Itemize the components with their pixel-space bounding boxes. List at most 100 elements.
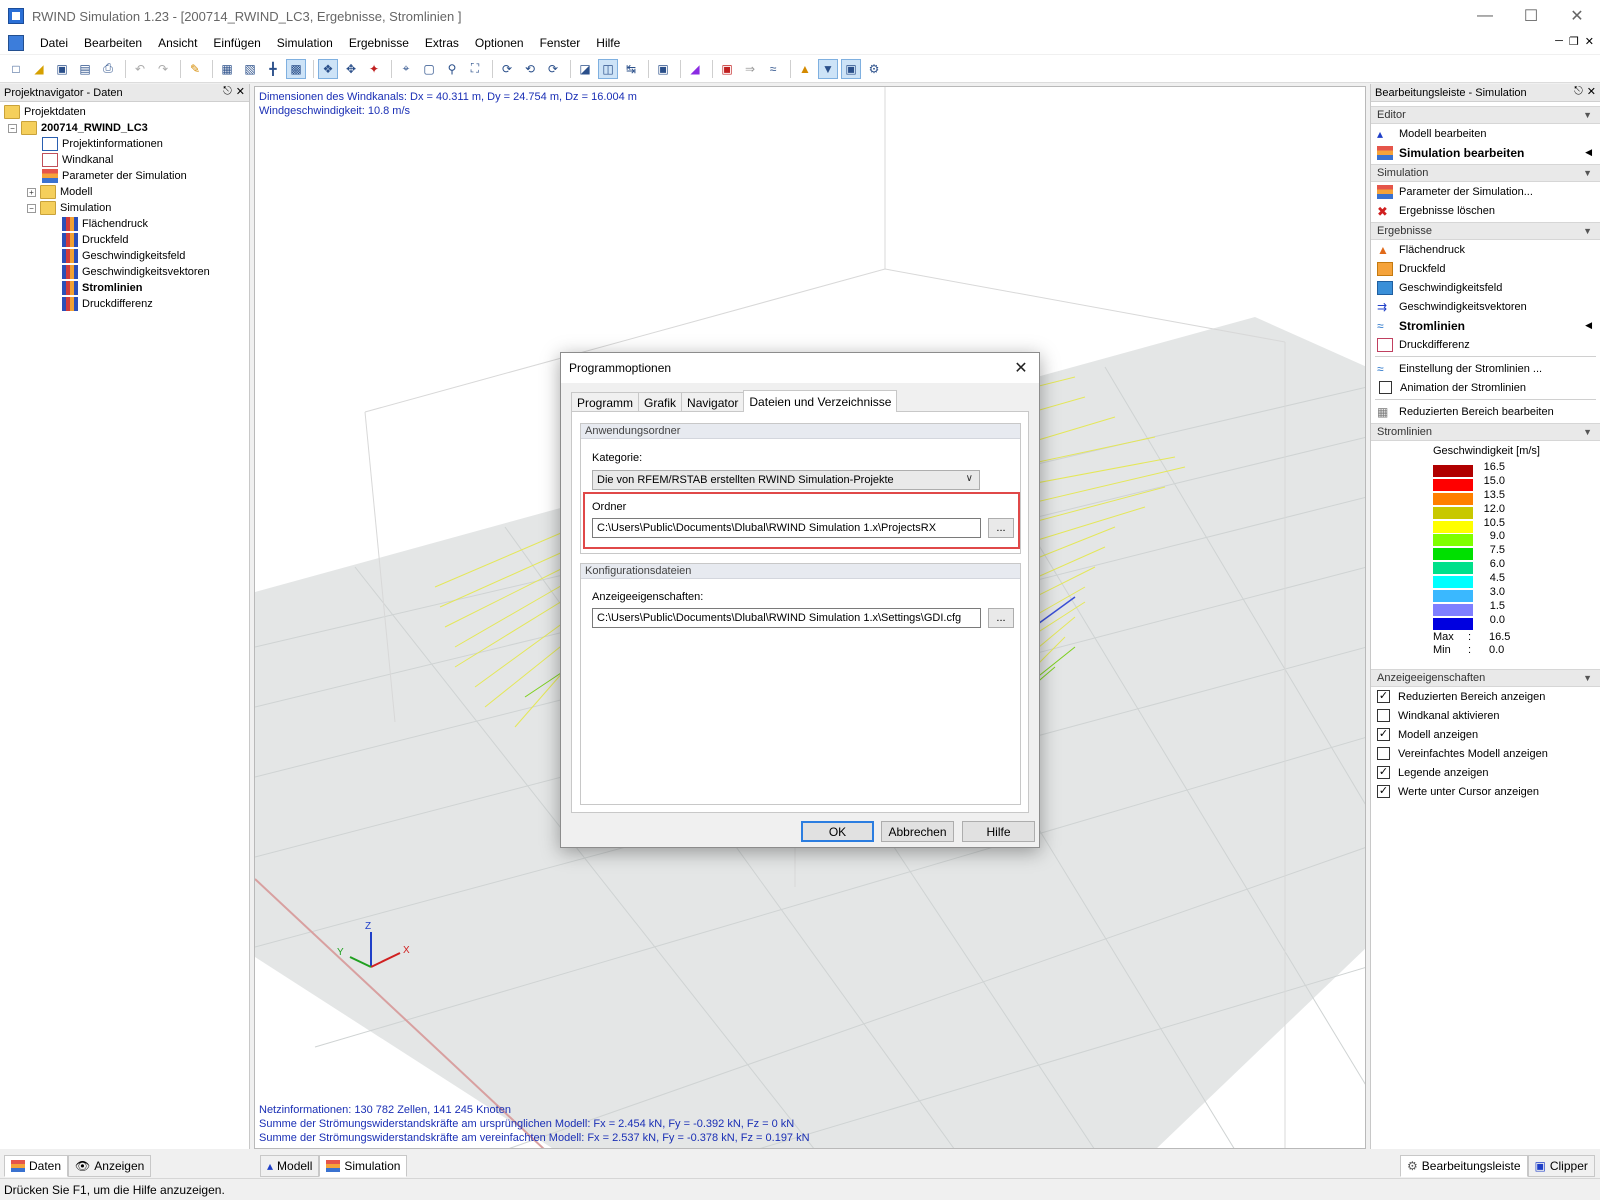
animation-checkbox[interactable] (1379, 381, 1392, 394)
close-window-button[interactable]: ✕ (1554, 0, 1600, 32)
close-icon[interactable]: ✕ (236, 85, 245, 98)
section-simulation[interactable]: Simulation ▼ (1371, 164, 1600, 182)
kategorie-select[interactable]: Die von RFEM/RSTAB erstellten RWIND Simu… (592, 470, 980, 490)
tree-item-projektdaten[interactable]: Projektdaten (0, 104, 249, 120)
collapse-chevron-icon[interactable]: ▼ (1583, 168, 1592, 178)
tree-item-druckfeld[interactable]: Druckfeld (0, 232, 249, 248)
app-icon[interactable] (8, 8, 24, 24)
menu-datei[interactable]: Datei (32, 36, 76, 50)
item-einstellung-stromlinien[interactable]: ≈ Einstellung der Stromlinien ... (1371, 359, 1600, 378)
tab-clipper[interactable]: ▣ Clipper (1527, 1155, 1595, 1177)
checkbox-checked[interactable]: ✓ (1377, 728, 1390, 741)
grid-select-icon[interactable]: ▩ (286, 58, 306, 79)
item-reduzierten-bereich-bearbeiten[interactable]: ▦ Reduzierten Bereich bearbeiten (1371, 402, 1600, 421)
item-parameter-simulation[interactable]: Parameter der Simulation... (1371, 182, 1600, 201)
model-icon[interactable]: ▲ (795, 59, 815, 79)
option-modell[interactable]: ✓ Modell anzeigen (1371, 725, 1600, 744)
collapse-chevron-icon[interactable]: ▼ (1583, 427, 1592, 437)
render-mode-icon[interactable]: ▣ (717, 59, 737, 79)
item-modell-bearbeiten[interactable]: ▴ Modell bearbeiten (1371, 124, 1600, 143)
tree-item-parameter[interactable]: Parameter der Simulation (0, 168, 249, 184)
tree-item-geschwindigkeitsfeld[interactable]: Geschwindigkeitsfeld (0, 248, 249, 264)
streamlines-icon[interactable]: ≈ (763, 59, 783, 79)
menu-einfuegen[interactable]: Einfügen (205, 36, 268, 50)
document-icon[interactable] (8, 35, 24, 51)
option-vereinfachtes-modell[interactable]: Vereinfachtes Modell anzeigen (1371, 744, 1600, 763)
item-simulation-bearbeiten[interactable]: Simulation bearbeiten ◀ (1371, 143, 1600, 162)
view-rotate-icon[interactable]: ⟳ (497, 59, 517, 79)
box-view-icon[interactable]: ▣ (653, 59, 673, 79)
pin-icon[interactable]: ⎋ (223, 85, 232, 98)
tree-item-simulation[interactable]: − Simulation (0, 200, 249, 216)
menu-ergebnisse[interactable]: Ergebnisse (341, 36, 417, 50)
menu-hilfe[interactable]: Hilfe (588, 36, 628, 50)
tab-dateien-verzeichnisse[interactable]: Dateien und Verzeichnisse (743, 390, 898, 412)
pin-icon[interactable]: ⎋ (1574, 85, 1583, 98)
mdi-close-icon[interactable]: ✕ (1585, 35, 1594, 48)
save-icon[interactable]: ▣ (52, 59, 72, 79)
menu-simulation[interactable]: Simulation (269, 36, 341, 50)
section-editor[interactable]: Editor ▼ (1371, 106, 1600, 124)
anzeigeeigenschaften-input[interactable]: C:\Users\Public\Documents\Dlubal\RWIND S… (592, 608, 981, 628)
collapse-icon[interactable]: − (27, 203, 36, 213)
view-select-icon[interactable]: ◫ (598, 58, 618, 79)
menu-extras[interactable]: Extras (417, 36, 467, 50)
item-animation-stromlinien[interactable]: Animation der Stromlinien (1371, 378, 1600, 397)
results-view-icon[interactable]: ▣ (841, 58, 861, 79)
mdi-minimize-icon[interactable]: ─ (1555, 35, 1563, 48)
checkbox-unchecked[interactable] (1377, 709, 1390, 722)
checkbox-checked[interactable]: ✓ (1377, 766, 1390, 779)
cancel-button[interactable]: Abbrechen (881, 821, 954, 842)
browse-anzeige-button[interactable]: ... (988, 608, 1014, 628)
close-icon[interactable]: ✕ (1587, 85, 1596, 98)
menu-ansicht[interactable]: Ansicht (150, 36, 205, 50)
edit-dropdown-icon[interactable]: ✎ (185, 59, 205, 79)
checkbox-checked[interactable]: ✓ (1377, 690, 1390, 703)
collapse-chevron-icon[interactable]: ▼ (1583, 110, 1592, 120)
menu-bearbeiten[interactable]: Bearbeiten (76, 36, 150, 50)
tab-navigator[interactable]: Navigator (681, 392, 745, 412)
refresh-icon[interactable]: ⟳ (543, 59, 563, 79)
minimize-button[interactable]: — (1462, 0, 1508, 32)
print-icon[interactable]: ⎙ (98, 59, 118, 79)
tab-daten[interactable]: Daten (4, 1155, 69, 1177)
mesh-fine-icon[interactable]: ▧ (240, 59, 260, 79)
zoom-all-icon[interactable]: ⌖ (396, 59, 416, 79)
tree-item-project[interactable]: − 200714_RWIND_LC3 (0, 120, 249, 136)
section-stromlinien[interactable]: Stromlinien ▼ (1371, 423, 1600, 441)
tree-item-flaechendruck[interactable]: Flächendruck (0, 216, 249, 232)
grid-icon[interactable]: ╋ (263, 59, 283, 79)
option-windkanal[interactable]: Windkanal aktivieren (1371, 706, 1600, 725)
move-icon[interactable]: ✥ (341, 59, 361, 79)
zoom-icon[interactable]: ⚲ (442, 59, 462, 79)
collapse-icon[interactable]: − (8, 123, 17, 133)
axis-dropdown-icon[interactable]: ↹ (621, 59, 641, 79)
iso-view-icon[interactable]: ◪ (575, 59, 595, 79)
tree-item-windkanal[interactable]: Windkanal (0, 152, 249, 168)
mdi-restore-icon[interactable]: ❐ (1569, 35, 1579, 48)
option-werte-cursor[interactable]: ✓ Werte unter Cursor anzeigen (1371, 782, 1600, 801)
option-legende[interactable]: ✓ Legende anzeigen (1371, 763, 1600, 782)
item-ergebnisse-loeschen[interactable]: ✖ Ergebnisse löschen (1371, 201, 1600, 220)
help-button[interactable]: Hilfe (962, 821, 1035, 842)
tree-item-geschwindigkeitsvektoren[interactable]: Geschwindigkeitsvektoren (0, 264, 249, 280)
item-druckdifferenz[interactable]: Druckdifferenz (1371, 335, 1600, 354)
item-geschwindigkeitsvektoren[interactable]: ⇉ Geschwindigkeitsvektoren (1371, 297, 1600, 316)
expand-icon[interactable]: + (27, 187, 36, 197)
menu-fenster[interactable]: Fenster (532, 36, 589, 50)
select-icon[interactable]: ❖ (318, 58, 338, 79)
tree-item-modell[interactable]: + Modell (0, 184, 249, 200)
color-scale-icon[interactable]: ◢ (685, 59, 705, 79)
fit-icon[interactable]: ⛶ (465, 59, 485, 79)
mesh-icon[interactable]: ▦ (217, 59, 237, 79)
tab-grafik[interactable]: Grafik (638, 392, 683, 412)
tree-item-projektinformationen[interactable]: Projektinformationen (0, 136, 249, 152)
tab-simulation[interactable]: Simulation (319, 1155, 408, 1177)
tree-item-druckdifferenz[interactable]: Druckdifferenz (0, 296, 249, 312)
item-flaechendruck[interactable]: ▲ Flächendruck (1371, 240, 1600, 259)
undo-icon[interactable]: ↶ (130, 59, 150, 79)
tab-anzeigen[interactable]: 👁 Anzeigen (68, 1155, 152, 1177)
item-druckfeld[interactable]: Druckfeld (1371, 259, 1600, 278)
rotate-icon[interactable]: ✦ (364, 59, 384, 79)
dialog-close-icon[interactable]: ✕ (1011, 358, 1031, 378)
